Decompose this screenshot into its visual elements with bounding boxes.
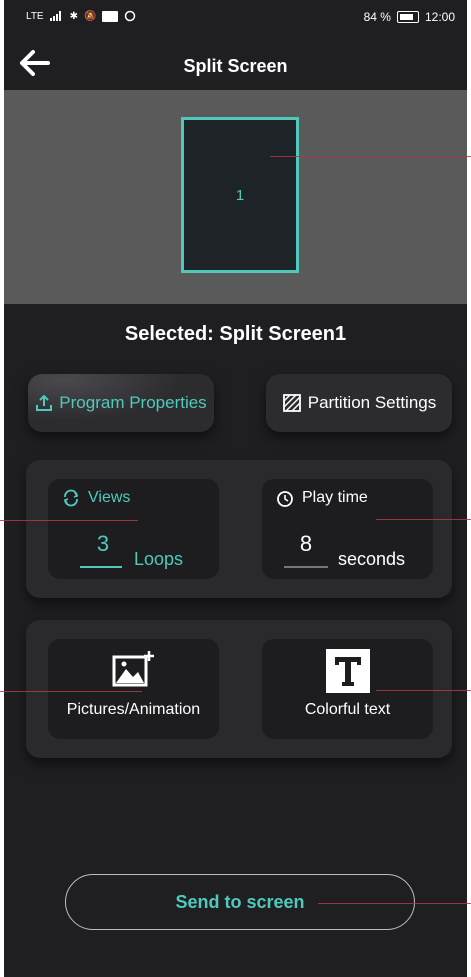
colorful-text-button[interactable]: Colorful text: [262, 639, 433, 739]
sync-icon: [125, 10, 136, 22]
text-t-icon-wrap: [262, 649, 433, 693]
annotation-line-play-time: [376, 519, 471, 520]
signal-icon: [49, 11, 61, 21]
repeat-icon: [63, 489, 79, 507]
annotation-line-pictures: [0, 691, 142, 692]
play-time-value-input[interactable]: 8: [286, 531, 326, 557]
views-unit: Loops: [134, 549, 184, 569]
status-left: LTE ✱ 🔕: [26, 10, 136, 22]
clock: 12:00: [424, 10, 455, 24]
partition-box[interactable]: 1: [181, 117, 299, 273]
content-type-panel: Pictures/Animation Colorful text: [26, 620, 452, 758]
app-header: Split Screen: [4, 40, 467, 90]
image-add-icon-wrap: [48, 649, 219, 689]
play-time-label: Play time: [302, 489, 368, 506]
annotation-line-preview: [270, 156, 471, 157]
send-to-screen-button[interactable]: Send to screen: [65, 874, 415, 930]
annotation-line-text: [376, 690, 471, 691]
partition-number: 1: [235, 186, 245, 204]
play-time-card[interactable]: Play time 8 seconds: [262, 479, 433, 579]
views-value-input[interactable]: 3: [83, 531, 123, 557]
upload-icon: [36, 394, 53, 411]
partition-settings-label: Partition Settings: [307, 393, 437, 412]
partition-settings-button[interactable]: Partition Settings: [266, 374, 452, 432]
notification-app-icon: [102, 10, 119, 22]
views-header: Views: [62, 489, 130, 507]
phone-screen: LTE ✱ 🔕 84 % 12:00 Split Screen 1 Select…: [4, 0, 467, 977]
text-t-icon: [325, 649, 370, 693]
loop-settings-panel: Views 3 Loops Play time 8 seconds: [26, 460, 452, 598]
play-time-input-underline: [284, 566, 328, 568]
annotation-line-send: [318, 903, 471, 904]
pictures-animation-label: Pictures/Animation: [66, 701, 201, 718]
play-time-unit: seconds: [338, 549, 406, 569]
colorful-text-label: Colorful text: [304, 701, 391, 718]
send-to-screen-label: Send to screen: [175, 891, 305, 912]
status-bar: LTE ✱ 🔕 84 % 12:00: [4, 0, 467, 36]
screen-preview: 1: [4, 90, 467, 304]
mute-icon: 🔕: [84, 10, 97, 22]
views-input-underline: [80, 566, 122, 568]
battery-percent: 84 %: [363, 10, 391, 24]
pictures-animation-button[interactable]: Pictures/Animation: [48, 639, 219, 739]
program-properties-button[interactable]: Program Properties: [28, 374, 214, 432]
battery-icon: [396, 11, 419, 23]
selected-partition-label: Selected: Split Screen1: [124, 323, 347, 345]
timer-icon: [277, 491, 293, 507]
play-time-header: Play time: [276, 489, 368, 507]
program-properties-label: Program Properties: [59, 393, 207, 412]
views-card[interactable]: Views 3 Loops: [48, 479, 219, 579]
views-label: Views: [88, 489, 131, 506]
lte-label: LTE: [26, 10, 44, 22]
annotation-line-views: [0, 520, 138, 521]
bluetooth-icon: ✱: [69, 10, 78, 22]
page-title: Split Screen: [183, 56, 288, 76]
status-right: 84 % 12:00: [364, 10, 455, 24]
grid-hatch-icon: [282, 394, 301, 412]
image-add-icon: [112, 651, 154, 687]
